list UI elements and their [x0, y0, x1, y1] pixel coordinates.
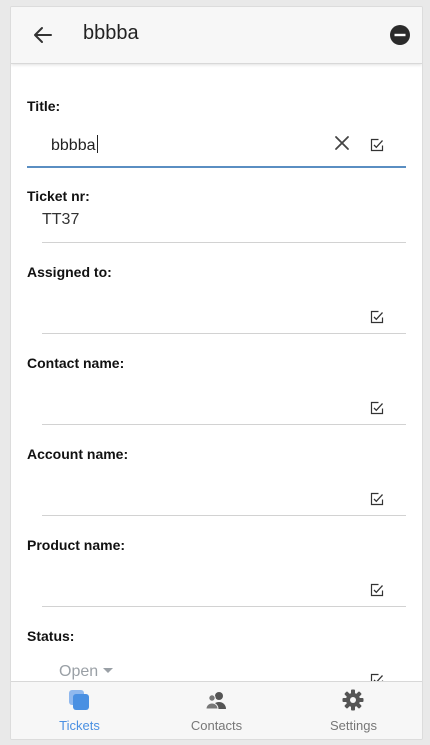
back-arrow-icon[interactable] — [31, 23, 55, 47]
contact-name-label: Contact name: — [27, 355, 125, 371]
status-label: Status: — [27, 628, 75, 644]
product-name-field[interactable] — [42, 606, 406, 607]
tab-tickets[interactable]: Tickets — [11, 682, 148, 739]
gear-icon — [341, 688, 365, 712]
product-name-label: Product name: — [27, 537, 126, 553]
divider — [42, 242, 406, 243]
dropdown-arrow-icon — [103, 668, 114, 673]
page-title: bbbba — [83, 22, 139, 44]
edit-checkbox-icon[interactable] — [370, 401, 384, 415]
top-bar: bbbba — [11, 7, 422, 64]
tab-tickets-label: Tickets — [59, 718, 100, 733]
edit-checkbox-icon[interactable] — [370, 138, 384, 152]
contact-name-field[interactable] — [42, 424, 406, 425]
assigned-to-field[interactable] — [42, 333, 406, 334]
ticket-nr-value: TT37 — [42, 211, 80, 228]
title-underline — [27, 166, 406, 168]
clear-icon[interactable] — [333, 134, 351, 152]
ticket-form: Title: bbbba Ticket nr: TT37 Assigned to… — [11, 64, 422, 681]
app-window: bbbba Title: bbbba Ticket nr: TT37 Assig… — [10, 6, 423, 740]
remove-circle-icon[interactable] — [389, 24, 411, 46]
ticket-nr-label: Ticket nr: — [27, 188, 90, 204]
tab-contacts[interactable]: Contacts — [148, 682, 285, 739]
contacts-icon — [204, 688, 228, 712]
tab-settings-label: Settings — [330, 718, 377, 733]
status-select[interactable]: Open — [59, 663, 114, 681]
edit-checkbox-icon[interactable] — [370, 310, 384, 324]
assigned-to-label: Assigned to: — [27, 264, 112, 280]
tab-contacts-label: Contacts — [190, 718, 243, 733]
bottom-tab-bar: Tickets Contacts Settings — [11, 681, 422, 739]
account-name-label: Account name: — [27, 446, 129, 462]
title-input-value[interactable]: bbbba — [51, 135, 98, 155]
tickets-icon — [67, 688, 91, 712]
edit-checkbox-icon[interactable] — [370, 583, 384, 597]
title-label: Title: — [27, 98, 61, 114]
account-name-field[interactable] — [42, 515, 406, 516]
status-value: Open — [59, 663, 99, 680]
title-input[interactable]: bbbba — [27, 122, 406, 168]
edit-checkbox-icon[interactable] — [370, 673, 384, 681]
edit-checkbox-icon[interactable] — [370, 492, 384, 506]
tab-settings[interactable]: Settings — [285, 682, 422, 739]
